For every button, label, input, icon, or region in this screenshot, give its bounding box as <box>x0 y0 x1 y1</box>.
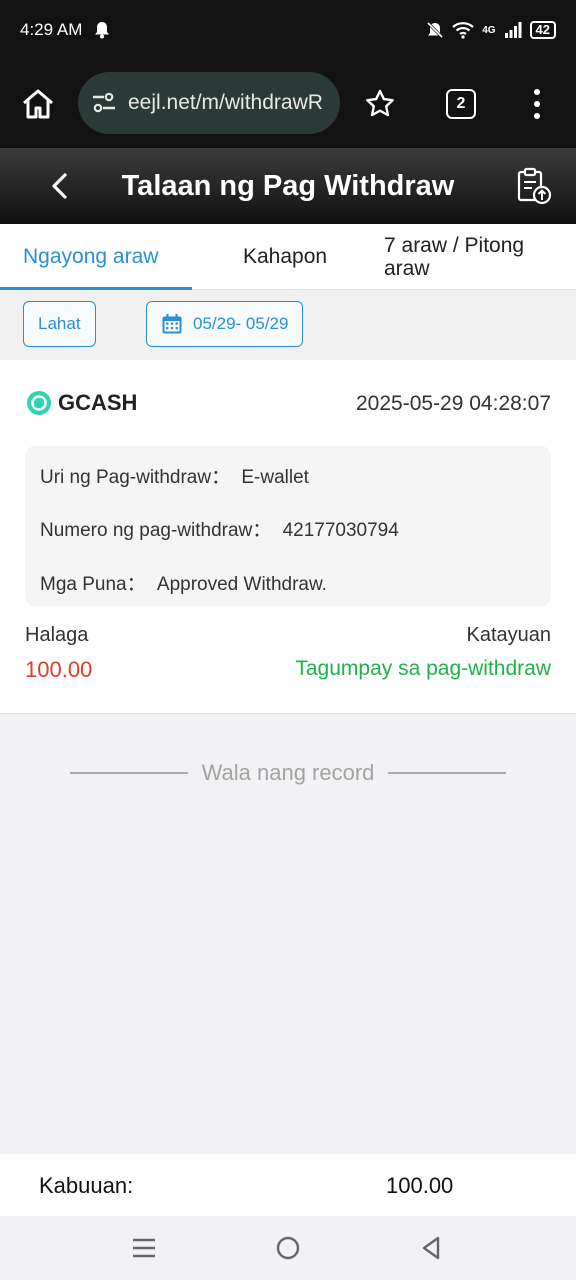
wifi-icon <box>452 22 474 39</box>
network-type: 4G <box>482 24 496 36</box>
status-icons: 4G 42 <box>426 21 556 39</box>
tab-today[interactable]: Ngayong araw <box>23 224 158 290</box>
battery-level: 42 <box>529 21 556 39</box>
active-tab-indicator <box>0 287 192 290</box>
tab-seven-days[interactable]: 7 araw / Pitong araw <box>384 224 564 290</box>
recent-apps-icon[interactable] <box>130 1234 158 1262</box>
status-bar: 4:29 AM 4G 42 <box>0 0 576 60</box>
date-tabs: Ngayong araw Kahapon 7 araw / Pitong ara… <box>0 224 576 290</box>
date-range-picker[interactable]: 05/29- 05/29 <box>146 301 304 347</box>
divider-left <box>69 772 188 774</box>
status-label: Katayuan <box>466 624 551 646</box>
amount-label: Halaga <box>25 624 89 646</box>
filter-all-label: Lahat <box>38 314 81 333</box>
home-icon[interactable] <box>20 86 56 122</box>
filter-all-button[interactable]: Lahat <box>23 301 96 347</box>
address-bar[interactable]: eejl.net/m/withdrawR <box>78 72 340 134</box>
page-title: Talaan ng Pag Withdraw <box>121 170 455 202</box>
back-triangle-icon[interactable] <box>418 1234 446 1262</box>
home-circle-icon[interactable] <box>274 1234 302 1262</box>
total-bar: Kabuuan: 100.00 <box>0 1154 576 1216</box>
total-value: 100.00 <box>386 1173 454 1198</box>
status-time: 4:29 AM <box>20 20 83 39</box>
tab-yesterday[interactable]: Kahapon <box>243 224 327 290</box>
amount-value: 100.00 <box>25 657 93 682</box>
divider-right <box>388 772 507 774</box>
withdraw-type-value: E-wallet <box>241 467 309 488</box>
gcash-logo-icon <box>27 391 51 415</box>
withdraw-type-row: Uri ng Pag-withdraw： E-wallet <box>40 462 309 489</box>
back-arrow-icon[interactable] <box>44 170 76 202</box>
payment-brand: GCASH <box>26 390 137 416</box>
site-settings-icon[interactable] <box>90 89 118 117</box>
withdraw-number-label: Numero ng pag-withdraw： <box>40 520 272 541</box>
muted-bell-icon <box>427 21 444 39</box>
end-of-list: Wala nang record <box>0 756 576 790</box>
calendar-icon <box>162 314 182 334</box>
total-label: Kabuuan: <box>39 1173 134 1198</box>
remarks-value: Approved Withdraw. <box>156 574 327 595</box>
status-value: Tagumpay sa pag-withdraw <box>295 657 551 680</box>
notification-bell-icon <box>95 22 110 39</box>
record-details: Uri ng Pag-withdraw： E-wallet Numero ng … <box>25 446 551 606</box>
filter-row: Lahat 05/29- 05/29 <box>0 291 576 360</box>
bookmark-star-icon[interactable] <box>364 88 396 120</box>
system-nav-bar <box>0 1216 576 1280</box>
withdraw-record[interactable]: GCASH 2025-05-29 04:28:07 Uri ng Pag-wit… <box>0 360 576 714</box>
date-range-text: 05/29- 05/29 <box>193 314 289 333</box>
remarks-row: Mga Puna： Approved Withdraw. <box>40 569 327 596</box>
withdraw-number-row: Numero ng pag-withdraw： 42177030794 <box>40 515 399 542</box>
record-datetime: 2025-05-29 04:28:07 <box>356 392 551 415</box>
tab-switcher-button[interactable]: 2 <box>446 89 476 119</box>
withdraw-type-label: Uri ng Pag-withdraw： <box>40 467 231 488</box>
brand-name: GCASH <box>58 390 138 415</box>
signal-icon <box>504 22 522 38</box>
remarks-label: Mga Puna： <box>40 574 146 595</box>
page-header: Talaan ng Pag Withdraw <box>0 148 576 224</box>
browser-toolbar: eejl.net/m/withdrawR 2 <box>0 60 576 148</box>
clipboard-upload-icon[interactable] <box>514 166 554 206</box>
no-more-text: Wala nang record <box>201 760 375 785</box>
more-menu-icon[interactable] <box>528 86 546 122</box>
withdraw-number-value: 42177030794 <box>282 520 399 541</box>
url-text: eejl.net/m/withdrawR <box>128 91 323 114</box>
